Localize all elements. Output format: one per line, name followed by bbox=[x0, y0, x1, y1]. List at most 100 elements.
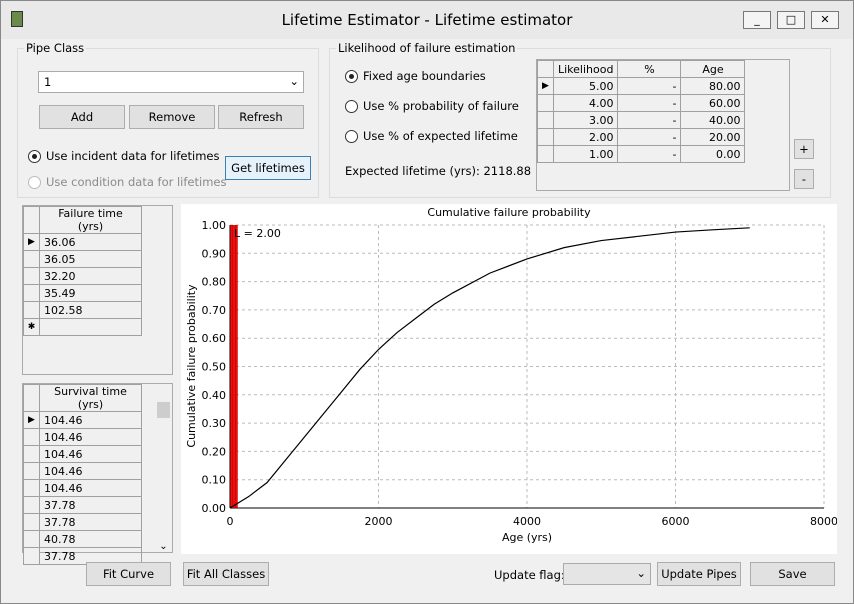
minimize-button[interactable]: _ bbox=[743, 11, 771, 29]
likelihood-table[interactable]: Likelihood% Age ▶ 5.00-80.00 4.00-60.00 3.00-… bbox=[536, 59, 790, 191]
table-cell[interactable]: 104.46 bbox=[39, 445, 142, 463]
table-cell[interactable]: - bbox=[617, 77, 682, 95]
table-cell[interactable]: 40.78 bbox=[39, 530, 142, 548]
table-cell[interactable]: 60.00 bbox=[680, 94, 746, 112]
table-cell[interactable]: - bbox=[617, 128, 682, 146]
table-cell[interactable]: - bbox=[617, 111, 682, 129]
table-cell[interactable]: 40.00 bbox=[680, 111, 746, 129]
fit-all-classes-button[interactable]: Fit All Classes bbox=[183, 562, 269, 586]
table-cell[interactable]: - bbox=[617, 145, 682, 163]
table-cell[interactable]: 80.00 bbox=[680, 77, 746, 95]
fixed-age-radio[interactable]: Fixed age boundaries bbox=[345, 69, 486, 83]
table-cell[interactable]: 32.20 bbox=[39, 267, 142, 285]
table-row[interactable]: 32.20 bbox=[23, 267, 142, 285]
row-header[interactable] bbox=[23, 301, 40, 319]
column-header[interactable]: Survival time (yrs) bbox=[39, 384, 142, 412]
scrollbar[interactable]: ⌄ bbox=[155, 384, 172, 552]
table-cell[interactable]: 1.00 bbox=[552, 145, 619, 163]
table-cell[interactable]: 20.00 bbox=[680, 128, 746, 146]
scroll-down-icon[interactable]: ⌄ bbox=[155, 541, 172, 552]
table-cell[interactable]: 36.05 bbox=[39, 250, 142, 268]
table-cell[interactable]: 37.78 bbox=[39, 496, 142, 514]
row-header[interactable] bbox=[537, 111, 554, 129]
scrollbar-thumb[interactable] bbox=[157, 402, 170, 418]
table-row[interactable]: 104.46 bbox=[23, 428, 142, 446]
row-header[interactable] bbox=[537, 145, 554, 163]
use-condition-label: Use condition data for lifetimes bbox=[46, 175, 227, 189]
table-row[interactable]: 2.00-20.00 bbox=[537, 128, 746, 146]
expected-lifetime-text: Expected lifetime (yrs): 2118.88 bbox=[345, 164, 532, 178]
table-row[interactable]: 37.78 bbox=[23, 513, 142, 531]
table-row[interactable]: 104.46 bbox=[23, 445, 142, 463]
restore-button[interactable]: □ bbox=[777, 11, 805, 29]
table-row[interactable]: ▶ 104.46 bbox=[23, 411, 142, 429]
current-row-icon[interactable]: ▶ bbox=[23, 411, 40, 429]
table-cell[interactable]: - bbox=[617, 94, 682, 112]
table-cell[interactable]: 3.00 bbox=[552, 111, 619, 129]
table-cell[interactable]: 36.06 bbox=[39, 233, 142, 251]
column-header[interactable]: Age bbox=[680, 60, 746, 78]
table-row[interactable]: 1.00-0.00 bbox=[537, 145, 746, 163]
row-header[interactable] bbox=[23, 267, 40, 285]
table-row[interactable]: 102.58 bbox=[23, 301, 142, 319]
row-header[interactable] bbox=[23, 530, 40, 548]
row-header[interactable] bbox=[537, 94, 554, 112]
table-cell[interactable]: 102.58 bbox=[39, 301, 142, 319]
table-cell[interactable]: 35.49 bbox=[39, 284, 142, 302]
table-row[interactable]: ▶ 5.00-80.00 bbox=[537, 77, 746, 95]
save-button[interactable]: Save bbox=[750, 562, 835, 586]
table-cell[interactable]: 4.00 bbox=[552, 94, 619, 112]
add-button[interactable]: Add bbox=[39, 105, 125, 129]
refresh-button[interactable]: Refresh bbox=[218, 105, 304, 129]
pct-lifetime-radio[interactable]: Use % of expected lifetime bbox=[345, 129, 518, 143]
table-cell[interactable]: 104.46 bbox=[39, 479, 142, 497]
close-button[interactable]: ✕ bbox=[811, 11, 839, 29]
table-row[interactable]: 36.05 bbox=[23, 250, 142, 268]
new-row[interactable]: ✱ bbox=[23, 318, 142, 336]
current-row-icon[interactable]: ▶ bbox=[23, 233, 40, 251]
column-header[interactable]: Likelihood bbox=[552, 60, 619, 78]
row-header[interactable] bbox=[23, 479, 40, 497]
table-row[interactable]: 40.78 bbox=[23, 530, 142, 548]
table-cell[interactable]: 37.78 bbox=[39, 513, 142, 531]
row-header[interactable] bbox=[537, 128, 554, 146]
table-row[interactable]: 35.49 bbox=[23, 284, 142, 302]
failure-time-table[interactable]: Failure time (yrs) ▶ 36.06 36.05 32.20 35.49 1… bbox=[22, 205, 173, 375]
remove-row-button[interactable]: - bbox=[794, 169, 814, 189]
row-header[interactable] bbox=[23, 250, 40, 268]
current-row-icon[interactable]: ▶ bbox=[537, 77, 554, 95]
get-lifetimes-button[interactable]: Get lifetimes bbox=[225, 156, 311, 180]
survival-time-table[interactable]: Survival time (yrs) ▶ 104.46 104.46 104.46 10… bbox=[22, 383, 173, 565]
column-header[interactable]: Failure time (yrs) bbox=[39, 206, 142, 234]
table-cell[interactable]: 0.00 bbox=[680, 145, 746, 163]
fit-curve-button[interactable]: Fit Curve bbox=[86, 562, 171, 586]
row-header[interactable] bbox=[23, 547, 40, 565]
row-header[interactable] bbox=[23, 462, 40, 480]
table-row[interactable]: 37.78 bbox=[23, 496, 142, 514]
update-flag-select[interactable]: ⌄ bbox=[563, 563, 651, 585]
table-row[interactable]: 3.00-40.00 bbox=[537, 111, 746, 129]
table-row[interactable]: 104.46 bbox=[23, 462, 142, 480]
row-header[interactable] bbox=[23, 428, 40, 446]
table-row[interactable]: ▶ 36.06 bbox=[23, 233, 142, 251]
pipe-class-select[interactable]: 1 ⌄ bbox=[38, 71, 304, 93]
table-cell[interactable]: 104.46 bbox=[39, 462, 142, 480]
table-cell[interactable]: 2.00 bbox=[552, 128, 619, 146]
remove-button[interactable]: Remove bbox=[129, 105, 215, 129]
table-cell[interactable]: 104.46 bbox=[39, 411, 142, 429]
row-header[interactable] bbox=[23, 445, 40, 463]
add-row-button[interactable]: + bbox=[794, 139, 814, 159]
row-header[interactable] bbox=[23, 496, 40, 514]
table-row[interactable]: 104.46 bbox=[23, 479, 142, 497]
row-header[interactable] bbox=[23, 284, 40, 302]
pct-probability-radio[interactable]: Use % probability of failure bbox=[345, 99, 519, 113]
table-cell[interactable]: 5.00 bbox=[552, 77, 619, 95]
row-header[interactable] bbox=[23, 513, 40, 531]
column-header[interactable]: % bbox=[617, 60, 682, 78]
use-incident-radio[interactable]: Use incident data for lifetimes bbox=[28, 149, 219, 163]
table-cell[interactable] bbox=[39, 318, 142, 336]
table-row[interactable]: 4.00-60.00 bbox=[537, 94, 746, 112]
window-title: Lifetime Estimator - Lifetime estimator bbox=[281, 11, 573, 29]
update-pipes-button[interactable]: Update Pipes bbox=[657, 562, 741, 586]
table-cell[interactable]: 104.46 bbox=[39, 428, 142, 446]
